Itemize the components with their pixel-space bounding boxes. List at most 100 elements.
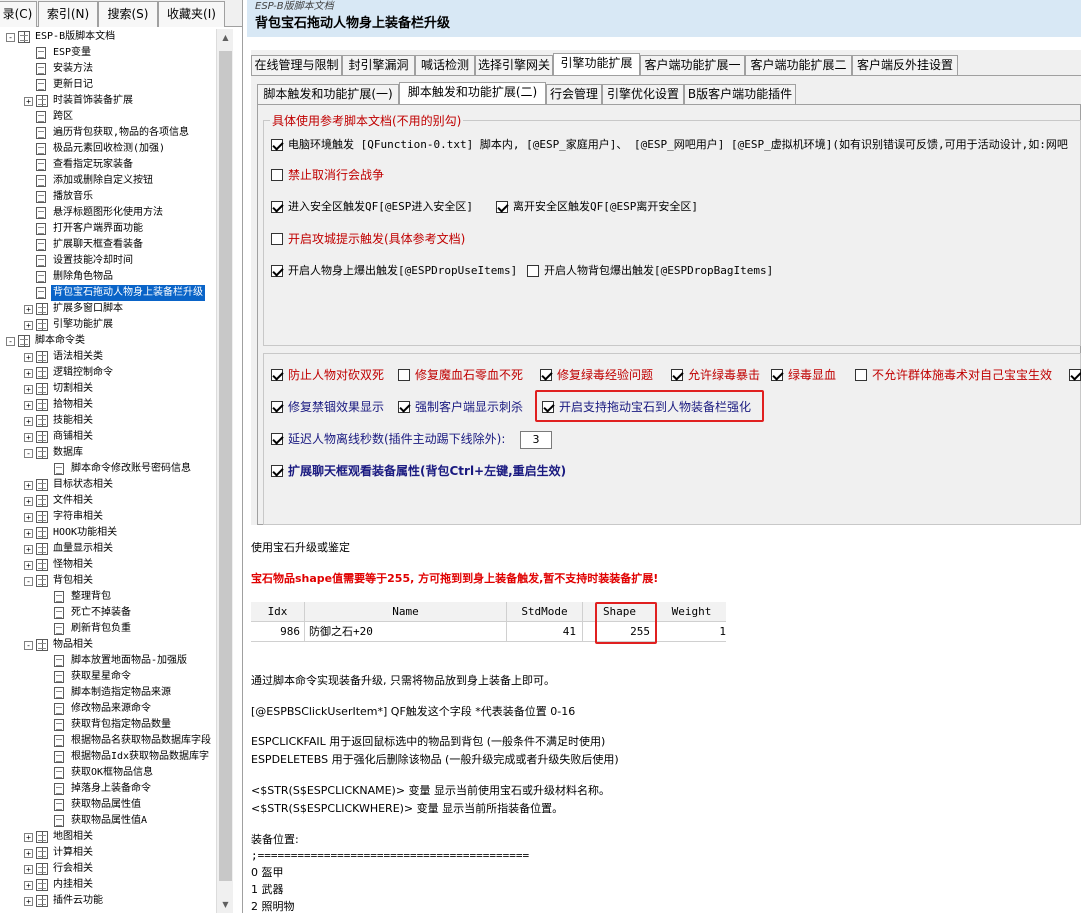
tree-item[interactable]: + HOOK功能相关 — [0, 525, 216, 541]
tree-item[interactable]: + 逻辑控制命令 — [0, 365, 216, 381]
expand-icon[interactable]: + — [24, 433, 33, 442]
expand-icon[interactable]: + — [24, 561, 33, 570]
tree-item[interactable]: 脚本制造指定物品来源 — [0, 685, 216, 701]
expand-icon[interactable]: + — [24, 833, 33, 842]
tree-item[interactable]: 遍历背包获取,物品的各项信息 — [0, 125, 216, 141]
tree-item[interactable]: 设置技能冷却时间 — [0, 253, 216, 269]
tree-item[interactable]: 扩展聊天框查看装备 — [0, 237, 216, 253]
expand-icon[interactable]: + — [24, 401, 33, 410]
tree-item[interactable]: + 技能相关 — [0, 413, 216, 429]
tab-client-anticheat[interactable]: 客户端反外挂设置 — [852, 55, 958, 75]
tab-script-trigger-2[interactable]: 脚本触发和功能扩展(二) — [399, 82, 546, 105]
expand-icon[interactable]: + — [24, 881, 33, 890]
expand-icon[interactable]: + — [24, 481, 33, 490]
tree-item[interactable]: 脚本放置地面物品-加强版 — [0, 653, 216, 669]
tree-item[interactable]: - 背包相关 — [0, 573, 216, 589]
tree-scrollbar[interactable]: ▲ ▼ — [216, 29, 233, 913]
tree-item[interactable]: - 数据库 — [0, 445, 216, 461]
tree-item[interactable]: + 切割相关 — [0, 381, 216, 397]
tab-b-client-plugin[interactable]: B版客户端功能插件 — [684, 84, 796, 104]
tree-item[interactable]: + 内挂相关 — [0, 877, 216, 893]
tree-item[interactable]: 刷新背包负重 — [0, 621, 216, 637]
checkbox-empty-icon[interactable] — [398, 369, 410, 381]
tree-item[interactable]: - ESP-B版脚本文档 — [0, 29, 216, 45]
tree-item[interactable]: 悬浮标题图形化使用方法 — [0, 205, 216, 221]
expand-icon[interactable]: + — [24, 97, 33, 106]
tree-item[interactable]: 获取物品属性值A — [0, 813, 216, 829]
tab-engine-bugfix[interactable]: 封引擎漏洞 — [342, 55, 415, 75]
collapse-icon[interactable]: - — [6, 33, 15, 42]
expand-icon[interactable]: + — [24, 497, 33, 506]
checkbox-checked-icon[interactable] — [271, 369, 283, 381]
expand-icon[interactable]: + — [24, 897, 33, 906]
checkbox-checked-icon[interactable] — [496, 201, 508, 213]
expand-icon[interactable]: + — [24, 305, 33, 314]
tab-engine-gateway[interactable]: 选择引擎网关 — [475, 55, 553, 75]
expand-icon[interactable]: + — [24, 417, 33, 426]
expand-icon[interactable]: + — [24, 849, 33, 858]
tree-item[interactable]: 死亡不掉装备 — [0, 605, 216, 621]
tree-item[interactable]: 背包宝石拖动人物身上装备栏升级 — [0, 285, 216, 301]
scroll-thumb[interactable] — [219, 51, 232, 881]
collapse-icon[interactable]: - — [24, 577, 33, 586]
tree-item[interactable]: + 血量显示相关 — [0, 541, 216, 557]
tree-item[interactable]: 删除角色物品 — [0, 269, 216, 285]
tree-item[interactable]: + 计算相关 — [0, 845, 216, 861]
tree-item[interactable]: 安装方法 — [0, 61, 216, 77]
tree-item[interactable]: 播放音乐 — [0, 189, 216, 205]
collapse-icon[interactable]: - — [24, 449, 33, 458]
tree-item[interactable]: 跨区 — [0, 109, 216, 125]
checkbox-empty-icon[interactable] — [855, 369, 867, 381]
tree-item[interactable]: + 地图相关 — [0, 829, 216, 845]
tree-item[interactable]: 极品元素回收检测(加强) — [0, 141, 216, 157]
tab-shout-check[interactable]: 喊话检测 — [415, 55, 475, 75]
tree-item[interactable]: 获取背包指定物品数量 — [0, 717, 216, 733]
tab-search[interactable]: 搜索(S) — [98, 1, 158, 27]
expand-icon[interactable]: + — [24, 369, 33, 378]
tree-item[interactable]: + 文件相关 — [0, 493, 216, 509]
tree-item[interactable]: + 怪物相关 — [0, 557, 216, 573]
tree-item[interactable]: + 商铺相关 — [0, 429, 216, 445]
tree-item[interactable]: 修改物品来源命令 — [0, 701, 216, 717]
tab-favorites[interactable]: 收藏夹(I) — [158, 1, 225, 27]
tab-contents[interactable]: 录(C) — [0, 1, 37, 27]
tab-index[interactable]: 索引(N) — [38, 1, 98, 27]
tab-script-trigger-1[interactable]: 脚本触发和功能扩展(一) — [257, 84, 399, 104]
tree-item[interactable]: + 语法相关类 — [0, 349, 216, 365]
checkbox-checked-icon[interactable] — [271, 465, 283, 477]
checkbox-checked-icon[interactable] — [271, 201, 283, 213]
checkbox-checked-icon[interactable] — [271, 265, 283, 277]
tree-item[interactable]: 根据物品Idx获取物品数据库字 — [0, 749, 216, 765]
tree-item[interactable]: + 扩展多窗口脚本 — [0, 301, 216, 317]
tree-item[interactable]: 添加或删除自定义按钮 — [0, 173, 216, 189]
expand-icon[interactable]: + — [24, 385, 33, 394]
tab-engine-optimize[interactable]: 引擎优化设置 — [602, 84, 684, 104]
tab-guild-manage[interactable]: 行会管理 — [546, 84, 602, 104]
checkbox-empty-icon[interactable] — [527, 265, 539, 277]
tab-engine-extensions[interactable]: 引擎功能扩展 — [553, 53, 640, 76]
checkbox-checked-icon[interactable] — [1069, 369, 1081, 381]
expand-icon[interactable]: + — [24, 545, 33, 554]
tree-item[interactable]: 打开客户端界面功能 — [0, 221, 216, 237]
checkbox-checked-icon[interactable] — [271, 139, 283, 151]
tree-item[interactable]: + 插件云功能 — [0, 893, 216, 909]
tree-item[interactable]: + 拾物相关 — [0, 397, 216, 413]
collapse-icon[interactable]: - — [24, 641, 33, 650]
scroll-up-icon[interactable]: ▲ — [217, 29, 234, 46]
tree-item[interactable]: - 物品相关 — [0, 637, 216, 653]
checkbox-empty-icon[interactable] — [271, 169, 283, 181]
tab-client-ext-1[interactable]: 客户端功能扩展一 — [640, 55, 745, 75]
tree-item[interactable]: 整理背包 — [0, 589, 216, 605]
tree-item[interactable]: ESP变量 — [0, 45, 216, 61]
tree-item[interactable]: 脚本命令修改账号密码信息 — [0, 461, 216, 477]
tree-item[interactable]: + 字符串相关 — [0, 509, 216, 525]
tree-item[interactable]: - 脚本命令类 — [0, 333, 216, 349]
expand-icon[interactable]: + — [24, 353, 33, 362]
tree-item[interactable]: 获取物品属性值 — [0, 797, 216, 813]
scroll-down-icon[interactable]: ▼ — [217, 896, 234, 913]
checkbox-checked-icon[interactable] — [271, 433, 283, 445]
tree-item[interactable]: + 时装首饰装备扩展 — [0, 93, 216, 109]
tree-item[interactable]: 查看指定玩家装备 — [0, 157, 216, 173]
tree-item[interactable]: + 行会相关 — [0, 861, 216, 877]
tree-item[interactable]: 掉落身上装备命令 — [0, 781, 216, 797]
